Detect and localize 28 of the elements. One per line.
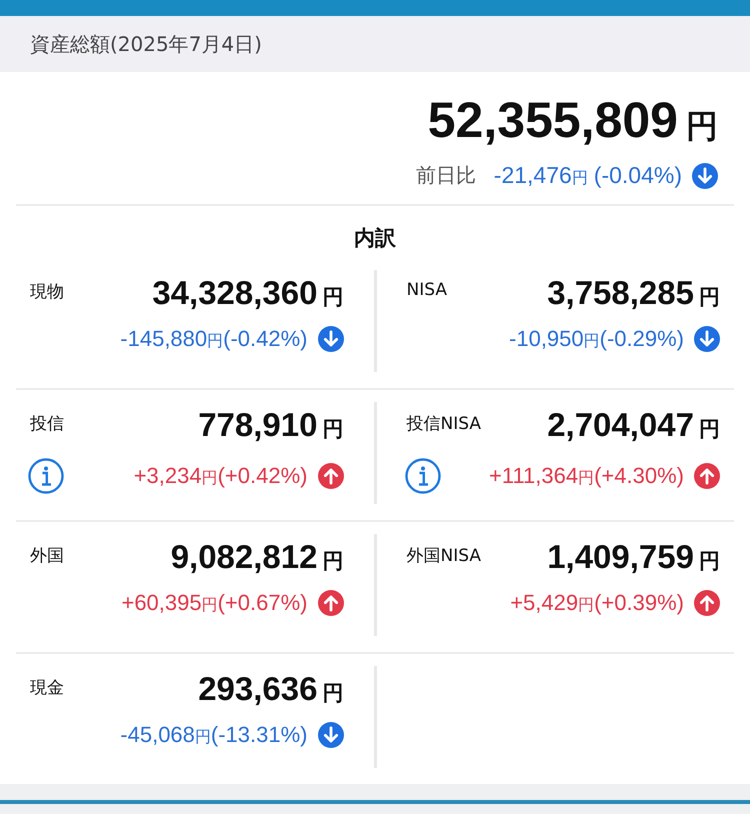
change-text: +60,395円(+0.67%) xyxy=(121,590,308,616)
info-icon[interactable] xyxy=(404,458,440,494)
asset-label: NISA xyxy=(406,280,447,300)
asset-label: 外国NISA xyxy=(406,545,481,567)
change-text: -45,068円(-13.31%) xyxy=(120,722,308,748)
info-icon[interactable] xyxy=(28,458,64,494)
asset-amount: 2,704,047 円 xyxy=(547,406,720,444)
change-text: +3,234円(+0.42%) xyxy=(134,463,308,489)
change-text: +111,364円(+4.30%) xyxy=(489,463,684,489)
compare-label: 前日比 xyxy=(416,162,476,189)
asset-amount: 1,409,759 円 xyxy=(547,538,720,576)
asset-amount: 778,910 円 xyxy=(198,406,344,444)
header-title: 資産総額(2025年7月4日) xyxy=(30,30,262,58)
asset-amount: 3,758,285 円 xyxy=(547,274,720,312)
asset-amount: 34,328,360 円 xyxy=(152,274,344,312)
asset-label: 現金 xyxy=(30,677,64,699)
asset-label: 外国 xyxy=(30,545,64,567)
section-title: 内訳 xyxy=(353,225,397,252)
asset-label: 現物 xyxy=(30,281,64,303)
change-text: -10,950円(-0.29%) xyxy=(509,326,684,352)
change-text: -21,476円 (-0.04%) xyxy=(494,162,682,189)
asset-amount: 293,636 円 xyxy=(198,670,344,708)
asset-label: 投信 xyxy=(30,413,64,435)
asset-amount: 9,082,812 円 xyxy=(170,538,344,576)
change-text: -145,880円(-0.42%) xyxy=(120,326,308,352)
asset-label: 投信NISA xyxy=(406,413,481,435)
change-text: +5,429円(+0.39%) xyxy=(510,590,684,616)
total-amount: 52,355,809 円 xyxy=(428,91,718,150)
